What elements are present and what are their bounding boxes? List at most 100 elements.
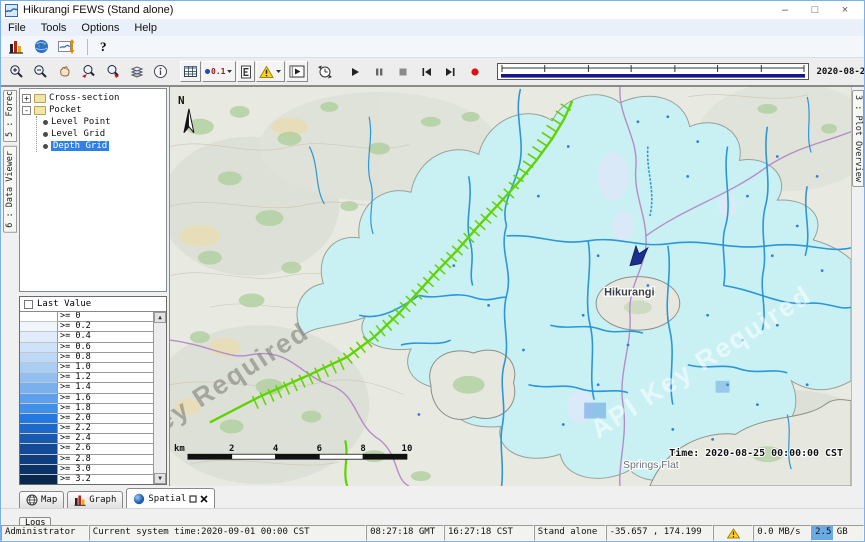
current-time-label: 2020-08-25 00:00:00 CST <box>816 67 865 77</box>
folder-icon <box>34 106 46 115</box>
tab-forecast[interactable]: 5 : Forec <box>3 90 17 142</box>
pan-hand-button[interactable] <box>53 61 76 82</box>
globe-wire-icon <box>26 494 38 506</box>
layers-button[interactable] <box>125 61 148 82</box>
svg-text:2: 2 <box>229 444 234 454</box>
data-viewer-panel: + Cross-section - Pocket Level Point <box>19 87 169 486</box>
maximize-button[interactable]: □ <box>800 2 830 18</box>
grid-display-button[interactable] <box>180 61 201 82</box>
close-tab-icon[interactable] <box>200 495 208 503</box>
info-button[interactable] <box>149 61 172 82</box>
skip-to-end-button[interactable] <box>439 61 462 82</box>
scroll-down-icon[interactable]: ▼ <box>154 473 166 484</box>
toolbar-separator <box>87 39 88 55</box>
tree-node-level-point[interactable]: Level Point <box>37 116 164 128</box>
spatial-display-icon[interactable] <box>58 39 75 54</box>
status-coordinates: -35.657 , 174.199 <box>606 525 714 541</box>
close-button[interactable]: × <box>830 2 860 18</box>
legend-body: >= 0 >= 0.2 >= 0.4 >= 0.6 >= 0.8 >= 1.0 … <box>20 312 166 484</box>
chevron-down-icon <box>275 62 282 81</box>
scroll-track[interactable] <box>154 323 166 473</box>
tab-graph-label: Graph <box>89 495 116 505</box>
classification-value: 0.1 <box>211 67 225 76</box>
tree-node-depth-grid[interactable]: Depth Grid <box>37 140 164 152</box>
map-display-icon[interactable] <box>34 39 49 54</box>
stop-button[interactable] <box>391 61 414 82</box>
tree-node-label: Level Point <box>51 117 111 127</box>
pause-button[interactable] <box>367 61 390 82</box>
logs-bar: Logs <box>1 508 864 525</box>
app-logo-icon <box>5 4 18 17</box>
database-display-icon[interactable] <box>8 39 25 54</box>
play-button[interactable] <box>343 61 366 82</box>
animation-button[interactable] <box>286 61 308 82</box>
expander-icon[interactable]: - <box>22 106 31 115</box>
legend-header: Last Value <box>20 297 166 312</box>
legend-row[interactable]: >= 1.4 <box>20 383 153 393</box>
legend-swatch <box>20 475 58 484</box>
legend-swatch <box>20 414 58 424</box>
bottom-tab-bar: Map Graph Spatial <box>1 486 864 508</box>
warning-icon <box>727 528 740 539</box>
skip-to-start-button[interactable] <box>415 61 438 82</box>
zoom-next-button[interactable] <box>101 61 124 82</box>
time-slider[interactable] <box>497 63 809 80</box>
menu-options[interactable]: Options <box>81 22 119 34</box>
tab-graph[interactable]: Graph <box>67 491 123 508</box>
tree-node-level-grid[interactable]: Level Grid <box>37 128 164 140</box>
tab-spatial-label: Spatial <box>148 494 186 504</box>
class-dot-icon <box>205 69 210 74</box>
legend-row[interactable]: >= 3.2 <box>20 475 153 484</box>
status-mode: Stand alone <box>534 525 606 541</box>
svg-text:km: km <box>174 444 185 454</box>
legend-scrollbar[interactable]: ▲ ▼ <box>153 312 166 484</box>
tab-plot-overview[interactable]: 3 : Plot Overview <box>852 90 864 187</box>
main-toolbar: ? <box>1 36 864 58</box>
warning-icon <box>259 65 274 79</box>
tab-map-label: Map <box>41 495 57 505</box>
bullet-icon <box>43 132 48 137</box>
zoom-in-button[interactable] <box>5 61 28 82</box>
legend-toggle-button[interactable] <box>237 61 255 82</box>
status-system-time: Current system time:2020-09-01 00:00 CST <box>89 525 366 541</box>
minimize-button[interactable]: – <box>770 2 800 18</box>
tab-spatial[interactable]: Spatial <box>126 488 215 508</box>
tree-node-pocket[interactable]: - Pocket <box>22 104 164 116</box>
bar-chart-icon <box>74 494 86 506</box>
bullet-icon <box>43 144 48 149</box>
help-button[interactable]: ? <box>100 39 107 55</box>
menu-file[interactable]: File <box>8 22 26 34</box>
menu-help[interactable]: Help <box>134 22 157 34</box>
locality-label: Springs Flat <box>623 460 679 471</box>
float-window-icon[interactable] <box>189 495 197 503</box>
time-settings-button[interactable] <box>313 61 336 82</box>
tree-node-label: Depth Grid <box>51 141 109 151</box>
left-tab-strip: 5 : Forec 6 : Data Viewer <box>1 87 19 486</box>
scroll-up-icon[interactable]: ▲ <box>154 312 166 323</box>
map-viewport[interactable]: API Key Required API Key Required Hikura… <box>169 87 851 486</box>
zoom-out-button[interactable] <box>29 61 52 82</box>
menu-tools[interactable]: Tools <box>41 22 67 34</box>
legend-swatch <box>20 394 58 404</box>
legend-swatch <box>20 424 58 434</box>
legend-swatch <box>20 434 58 444</box>
expander-icon[interactable]: + <box>22 94 31 103</box>
warning-dropdown[interactable] <box>256 61 285 82</box>
tab-map[interactable]: Map <box>19 491 64 508</box>
legend-swatch <box>20 373 58 383</box>
tree-node-cross-section[interactable]: + Cross-section <box>22 92 164 104</box>
classification-dropdown[interactable]: 0.1 <box>202 61 236 82</box>
tab-data-viewer[interactable]: 6 : Data Viewer <box>3 146 17 233</box>
last-value-checkbox[interactable] <box>24 300 33 309</box>
tree-children: Level Point Level Grid Depth Grid <box>36 116 164 152</box>
status-warning[interactable] <box>713 525 753 541</box>
status-user: Administrator <box>1 525 89 541</box>
status-bar: Administrator Current system time:2020-0… <box>1 525 864 541</box>
zoom-previous-button[interactable] <box>77 61 100 82</box>
record-button[interactable] <box>463 61 486 82</box>
svg-text:8: 8 <box>360 444 365 454</box>
legend-label: >= 3.2 <box>58 475 153 484</box>
legend-swatch <box>20 383 58 393</box>
legend-swatch <box>20 444 58 454</box>
legend-swatch <box>20 363 58 373</box>
